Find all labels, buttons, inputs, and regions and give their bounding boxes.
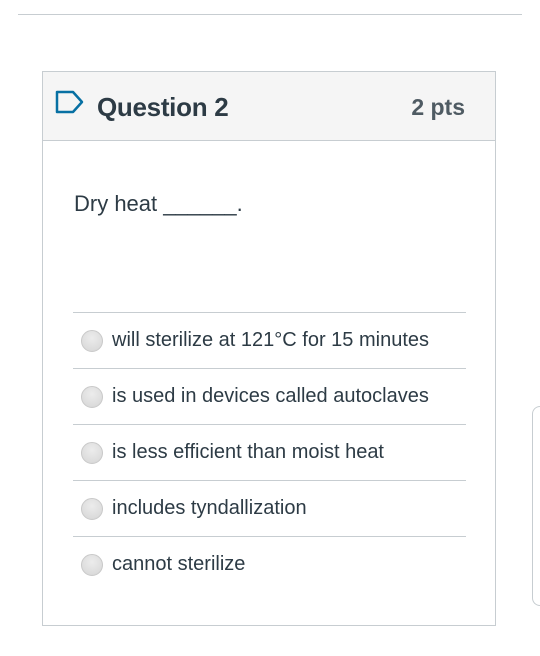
answer-option[interactable]: includes tyndallization <box>73 480 466 536</box>
answer-option[interactable]: cannot sterilize <box>73 536 466 592</box>
question-points: 2 pts <box>411 94 465 120</box>
radio-button[interactable] <box>81 442 103 464</box>
answer-label[interactable]: is less efficient than moist heat <box>112 439 384 465</box>
question-text: Dry heat ______. <box>74 191 243 216</box>
answer-list: will sterilize at 121°C for 15 minutes i… <box>73 312 466 592</box>
top-divider <box>18 14 522 15</box>
answer-option[interactable]: will sterilize at 121°C for 15 minutes <box>73 312 466 368</box>
radio-button[interactable] <box>81 330 103 352</box>
radio-button[interactable] <box>81 386 103 408</box>
question-card: Question 2 2 pts Dry heat ______. will s… <box>42 71 496 626</box>
flag-icon[interactable] <box>55 90 85 114</box>
radio-button[interactable] <box>81 554 103 576</box>
side-panel-edge <box>532 406 540 606</box>
answer-label[interactable]: cannot sterilize <box>112 551 245 577</box>
answer-option[interactable]: is used in devices called autoclaves <box>73 368 466 424</box>
answer-label[interactable]: will sterilize at 121°C for 15 minutes <box>112 327 429 353</box>
answer-label[interactable]: includes tyndallization <box>112 495 307 521</box>
answer-option[interactable]: is less efficient than moist heat <box>73 424 466 480</box>
question-header: Question 2 2 pts <box>43 72 495 141</box>
radio-button[interactable] <box>81 498 103 520</box>
answer-label[interactable]: is used in devices called autoclaves <box>112 383 429 409</box>
question-title: Question 2 <box>97 92 229 122</box>
